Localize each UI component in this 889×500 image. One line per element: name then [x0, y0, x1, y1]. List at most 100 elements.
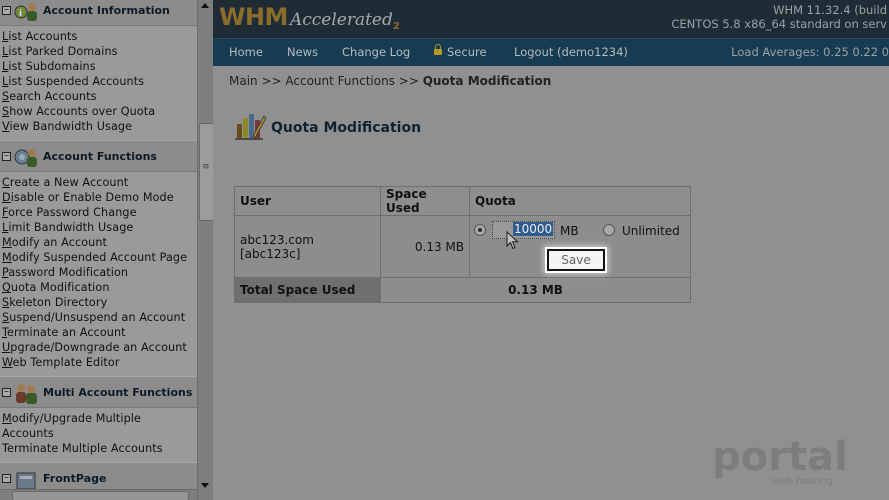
collapse-toggle-icon[interactable]: −	[2, 6, 11, 15]
sidebar-item-label: pgrade/Downgrade an Account	[10, 341, 187, 354]
nav-home[interactable]: Home	[229, 45, 263, 59]
table-row: abc123.com [abc123c] 0.13 MB 10000 MB Un…	[234, 215, 691, 278]
cell-space-used: 0.13 MB	[380, 215, 470, 278]
whm-logo[interactable]: WHM Accelerated2	[219, 3, 400, 35]
version-line-1: WHM 11.32.4 (build	[773, 3, 887, 17]
sidebar-section-title: Multi Account Functions	[43, 386, 193, 399]
svg-text:i: i	[19, 9, 22, 19]
sidebar-item[interactable]: Force Password Change	[2, 205, 197, 220]
sidebar-item-accesskey: C	[2, 176, 10, 189]
quota-limit-radio[interactable]	[474, 224, 486, 236]
sidebar-item-label: Terminate Multiple Accounts	[2, 442, 163, 455]
sidebar-section-header[interactable]: − Account Functions	[0, 140, 197, 172]
sidebar-item-label: ist Accounts	[8, 30, 78, 43]
collapse-toggle-icon[interactable]: −	[2, 152, 11, 161]
sidebar-item-label: eb Template Editor	[12, 356, 120, 369]
column-header-quota: Quota	[469, 186, 691, 216]
unlimited-label: Unlimited	[622, 224, 680, 238]
sidebar-item[interactable]: Modify/Upgrade Multiple	[2, 411, 197, 426]
sidebar-item-label: odify Suspended Account Page	[11, 251, 188, 264]
server-version-info: WHM 11.32.4 (build CENTOS 5.8 x86_64 sta…	[671, 3, 887, 31]
logo-product: Accelerated	[289, 10, 393, 30]
sidebar-item-label: uota Modification	[10, 281, 110, 294]
sidebar-section-title: Account Information	[43, 4, 170, 17]
sidebar-item-label: ist Parked Domains	[8, 45, 118, 58]
sidebar-item-accesskey: Q	[2, 281, 11, 294]
top-nav: Home News Change Log Secure Logout (demo…	[213, 38, 889, 67]
logo-version-mark: 2	[392, 21, 400, 32]
sidebar-horizontal-scrollbar[interactable]	[0, 489, 197, 500]
portal-watermark-logo: portal web hosting	[712, 434, 848, 487]
load-averages: Load Averages: 0.25 0.22 0	[731, 45, 889, 59]
breadcrumb-path[interactable]: Main >> Account Functions >>	[229, 74, 423, 88]
sidebar-item[interactable]: Modify an Account	[2, 235, 197, 250]
sidebar-item[interactable]: List Subdomains	[2, 59, 197, 74]
sidebar-item-label: isable or Enable Demo Mode	[10, 191, 174, 204]
sidebar-item[interactable]: Show Accounts over Quota	[2, 104, 197, 119]
sidebar-item[interactable]: Quota Modification	[2, 280, 197, 295]
sidebar-item[interactable]: Terminate an Account	[2, 325, 197, 340]
sidebar-section-header[interactable]: − Multi Account Functions	[0, 376, 197, 408]
sidebar-item[interactable]: List Parked Domains	[2, 44, 197, 59]
quota-input[interactable]: 10000	[492, 221, 555, 239]
sidebar-section-header[interactable]: − i Account Information	[0, 0, 197, 26]
sidebar-item[interactable]: Terminate Multiple Accounts	[2, 441, 197, 456]
sidebar-item-label: how Accounts over Quota	[9, 105, 156, 118]
sidebar-item[interactable]: Create a New Account	[2, 175, 197, 190]
sidebar-item[interactable]: Accounts	[2, 426, 197, 441]
sidebar-item[interactable]: List Accounts	[2, 29, 197, 44]
nav-change-log[interactable]: Change Log	[342, 45, 410, 59]
sidebar-scrollbar[interactable]	[197, 0, 213, 500]
header: WHM Accelerated2 WHM 11.32.4 (build CENTO…	[213, 0, 889, 38]
breadcrumb: Main >> Account Functions >> Quota Modif…	[229, 74, 551, 88]
sidebar-item-label: erminate an Account	[7, 326, 126, 339]
horizontal-scrollbar-thumb[interactable]	[12, 491, 189, 500]
column-header-user: User	[234, 186, 381, 216]
sidebar-item[interactable]: Skeleton Directory	[2, 295, 197, 310]
save-button[interactable]: Save	[547, 249, 605, 271]
quota-table: User Space Used Quota abc123.com [abc123…	[234, 186, 691, 303]
sidebar-item[interactable]: Disable or Enable Demo Mode	[2, 190, 197, 205]
sidebar-item[interactable]: Modify Suspended Account Page	[2, 250, 197, 265]
logo-brand: WHM	[219, 3, 288, 31]
sidebar-item-label: ist Subdomains	[8, 60, 96, 73]
total-space-value: 0.13 MB	[380, 277, 691, 303]
nav-news[interactable]: News	[287, 45, 318, 59]
sidebar-item[interactable]: Upgrade/Downgrade an Account	[2, 340, 197, 355]
sidebar-item-label: earch Accounts	[9, 90, 97, 103]
collapse-toggle-icon[interactable]: −	[2, 474, 11, 483]
sidebar-item-accesskey: W	[2, 356, 13, 369]
scrollbar-thumb[interactable]	[199, 123, 213, 221]
total-space-label: Total Space Used	[234, 277, 381, 303]
nav-logout[interactable]: Logout (demo1234)	[514, 45, 628, 59]
sidebar-item[interactable]: View Bandwidth Usage	[2, 119, 197, 134]
sidebar-item-label: keleton Directory	[9, 296, 108, 309]
sidebar-content: − i Account Information List Accounts List P…	[0, 0, 213, 494]
scroll-up-arrow-icon[interactable]	[201, 3, 209, 8]
total-row: Total Space Used 0.13 MB	[234, 277, 691, 303]
sidebar: − i Account Information List Accounts List P…	[0, 0, 213, 500]
nav-secure[interactable]: Secure	[434, 44, 487, 59]
sidebar-item[interactable]: Suspend/Unsuspend an Account	[2, 310, 197, 325]
sidebar-item-label: iew Bandwidth Usage	[9, 120, 133, 133]
sidebar-item-accesskey: M	[2, 236, 12, 249]
collapse-toggle-icon[interactable]: −	[2, 388, 11, 397]
sidebar-item-label: odify an Account	[11, 236, 108, 249]
scroll-down-arrow-icon[interactable]	[201, 483, 209, 488]
nav-secure-label: Secure	[447, 45, 487, 59]
sidebar-section-title: Account Functions	[43, 150, 157, 163]
column-header-space-used: Space Used	[380, 186, 470, 216]
version-line-2: CENTOS 5.8 x86_64 standard on serv	[671, 17, 887, 31]
sidebar-item-label: uspend/Unsuspend an Account	[9, 311, 186, 324]
multi-account-functions-icon	[16, 384, 37, 404]
sidebar-item[interactable]: Search Accounts	[2, 89, 197, 104]
unlimited-radio[interactable]	[603, 224, 615, 236]
quota-chart-icon	[235, 114, 267, 140]
sidebar-item[interactable]: Limit Bandwidth Usage	[2, 220, 197, 235]
sidebar-item[interactable]: Password Modification	[2, 265, 197, 280]
sidebar-section-title: FrontPage	[43, 472, 107, 485]
sidebar-item[interactable]: Web Template Editor	[2, 355, 197, 370]
sidebar-item[interactable]: List Suspended Accounts	[2, 74, 197, 89]
sidebar-section-list: Create a New Account Disable or Enable De…	[0, 172, 197, 376]
page-title: Quota Modification	[271, 120, 422, 136]
